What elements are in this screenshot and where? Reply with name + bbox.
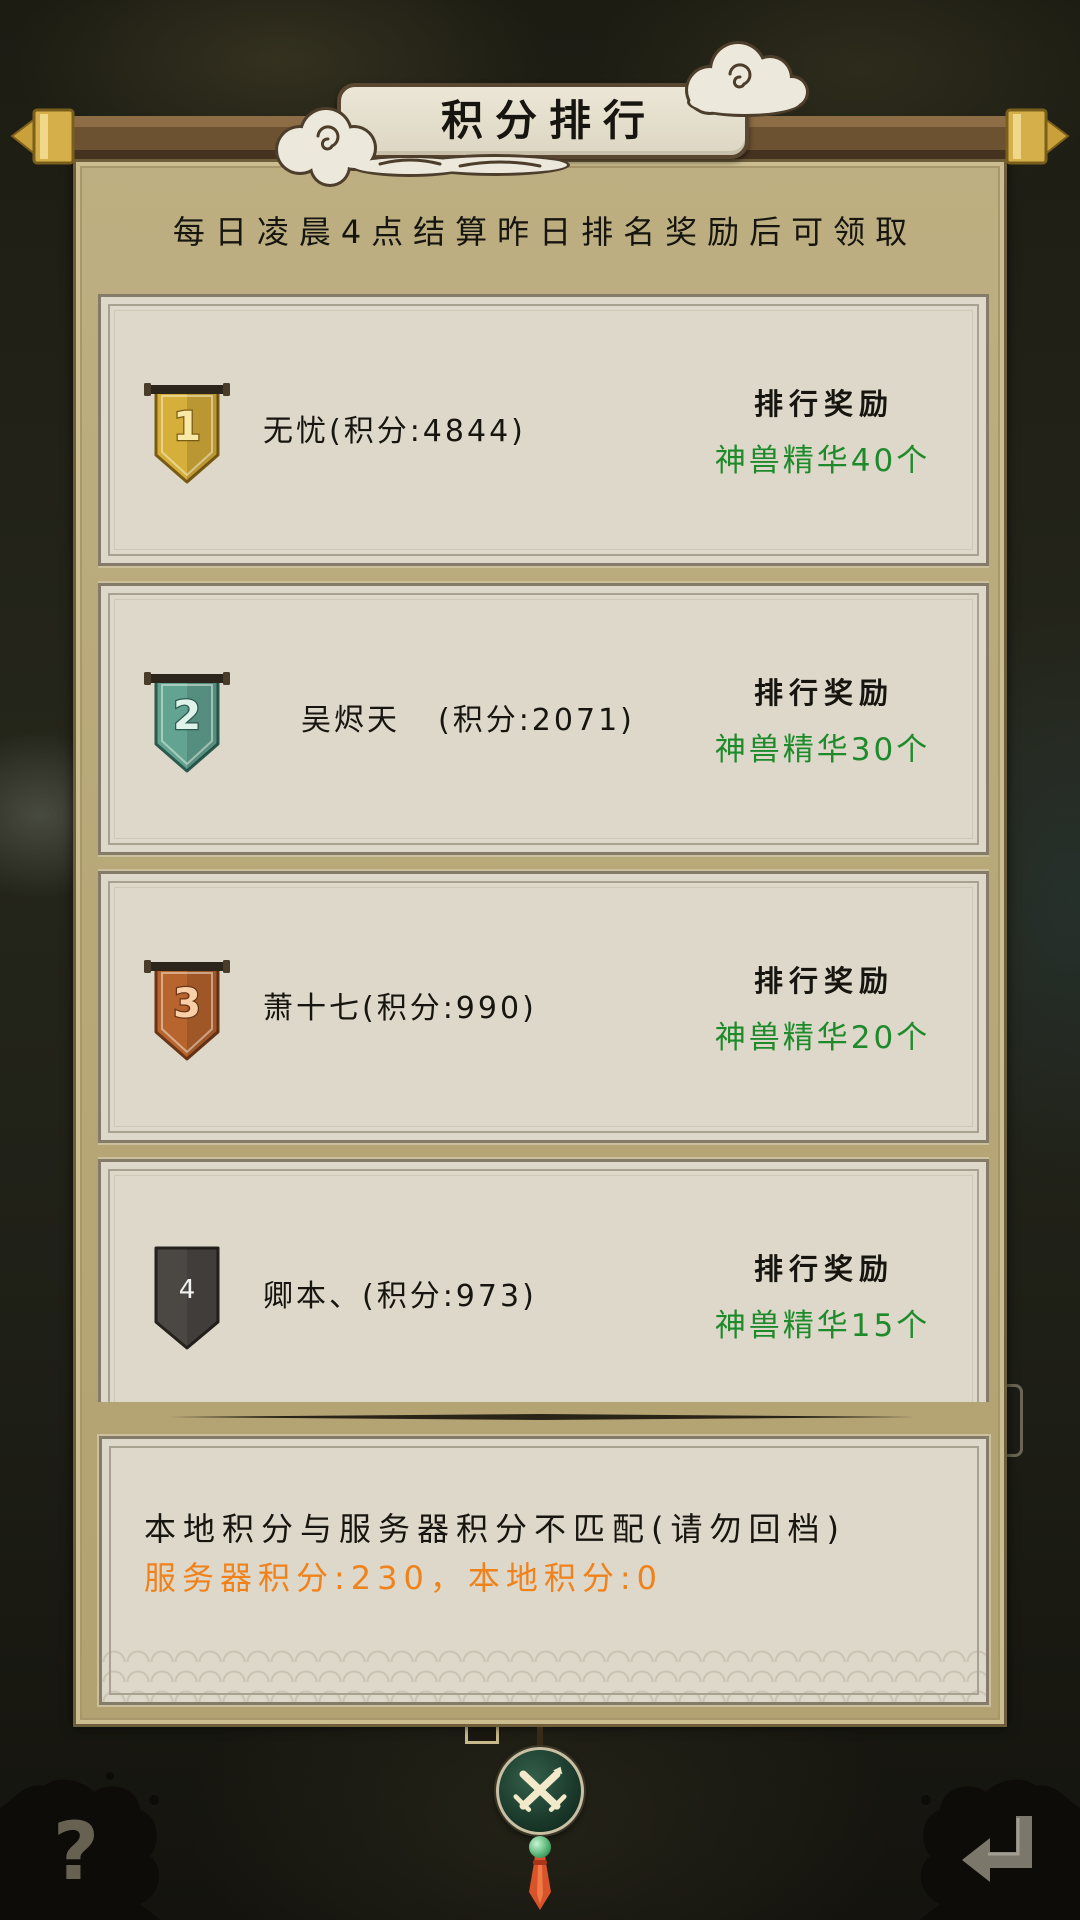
score-mismatch-notice: 本地积分与服务器积分不匹配(请勿回档) 服务器积分:230，本地积分:0	[99, 1436, 989, 1705]
help-icon: ?	[52, 1805, 100, 1898]
player-score: (积分:973)	[362, 1279, 537, 1314]
player-name: 卿本、	[263, 1279, 362, 1314]
player-name: 无忧	[263, 414, 329, 449]
reward-title: 排行奖励	[753, 387, 894, 421]
player-label: 卿本、(积分:973)	[263, 1275, 537, 1319]
close-button-cord	[537, 1727, 543, 1749]
close-button[interactable]	[496, 1747, 584, 1835]
scroll-cap-left	[32, 108, 75, 165]
scroll-cap-left-tip	[10, 116, 37, 158]
player-score: (积分:2071)	[438, 703, 635, 738]
divider-line	[168, 1414, 915, 1420]
scroll-cap-right-tip	[1043, 116, 1070, 158]
arrow-highlight	[988, 1818, 1020, 1856]
badge-rank-number: 1	[173, 404, 201, 450]
settlement-hint: 每日凌晨4点结算昨日排名奖励后可领取	[172, 213, 918, 251]
reward-value: 神兽精华40个	[714, 443, 931, 479]
badge-rod-knob	[223, 672, 230, 685]
badge-rank-number: 4	[179, 1275, 196, 1305]
badge-rod-knob	[144, 383, 151, 396]
bronze-rank-banner-icon: 3	[144, 960, 230, 1061]
scroll-cap-left-shine	[40, 114, 48, 159]
ranking-row: 1 无忧(积分:4844) 排行奖励 神兽精华40个	[98, 294, 989, 566]
ranking-row: 2 吴烬天 (积分:2071) 排行奖励 神兽精华30个	[98, 583, 989, 855]
badge-rod	[147, 385, 227, 394]
scroll-cap-right-shine	[1013, 114, 1021, 159]
reward-value: 神兽精华20个	[714, 1020, 931, 1056]
badge-rank-number: 2	[173, 693, 201, 739]
cloud-decoration-icon	[275, 41, 809, 187]
tassel-decoration	[529, 1854, 551, 1910]
back-button[interactable]	[920, 1770, 1080, 1920]
jade-bead	[529, 1836, 551, 1858]
ranking-list[interactable]: 1 无忧(积分:4844) 排行奖励 神兽精华40个 2 吴烬天 (积分:2071…	[98, 294, 989, 1402]
score-comparison-text: 服务器积分:230，本地积分:0	[144, 1559, 664, 1597]
scroll-cap-right	[1005, 108, 1048, 165]
badge-rod-knob	[144, 960, 151, 973]
player-score: (积分:4844)	[329, 414, 526, 449]
badge-rod-knob	[223, 960, 230, 973]
sword-blades	[519, 1770, 561, 1810]
badge-rod	[147, 674, 227, 683]
badge-rank-number: 3	[173, 981, 201, 1027]
return-arrow-icon	[962, 1816, 1032, 1882]
jade-rank-banner-icon: 2	[144, 672, 230, 773]
player-score: (积分:990)	[362, 991, 537, 1026]
player-name: 吴烬天	[301, 703, 400, 738]
crossed-swords-icon	[513, 1766, 567, 1812]
reward-value: 神兽精华30个	[714, 732, 931, 768]
help-button[interactable]: ?	[0, 1770, 160, 1920]
reward-title: 排行奖励	[753, 964, 894, 998]
reward-title: 排行奖励	[753, 1252, 894, 1286]
tassel-knot	[533, 1860, 547, 1865]
reward-value: 神兽精华15个	[714, 1308, 931, 1344]
badge-rod-knob	[144, 672, 151, 685]
player-label: 无忧(积分:4844)	[263, 410, 526, 454]
mismatch-warning-text: 本地积分与服务器积分不匹配(请勿回档)	[144, 1510, 846, 1548]
reward-title: 排行奖励	[753, 676, 894, 710]
player-label: 吴烬天 (积分:2071)	[263, 699, 635, 743]
badge-rod	[147, 962, 227, 971]
player-label: 萧十七(积分:990)	[263, 987, 537, 1031]
arrow-head	[962, 1838, 990, 1882]
notice-wave-pattern	[102, 1642, 986, 1702]
ranking-panel: 每日凌晨4点结算昨日排名奖励后可领取 1 无忧(积分:4844) 排行奖励 神兽…	[73, 159, 1007, 1727]
ranking-row: 4 卿本、(积分:973) 排行奖励 神兽精华15个	[98, 1159, 989, 1402]
section-divider	[168, 1414, 915, 1420]
badge-rod-knob	[223, 383, 230, 396]
cloud-curls	[316, 63, 752, 168]
gold-rank-banner-icon: 1	[144, 383, 230, 484]
plain-rank-banner-icon: 4	[154, 1246, 220, 1350]
ranking-row: 3 萧十七(积分:990) 排行奖励 神兽精华20个	[98, 871, 989, 1143]
player-name: 萧十七	[263, 991, 362, 1026]
